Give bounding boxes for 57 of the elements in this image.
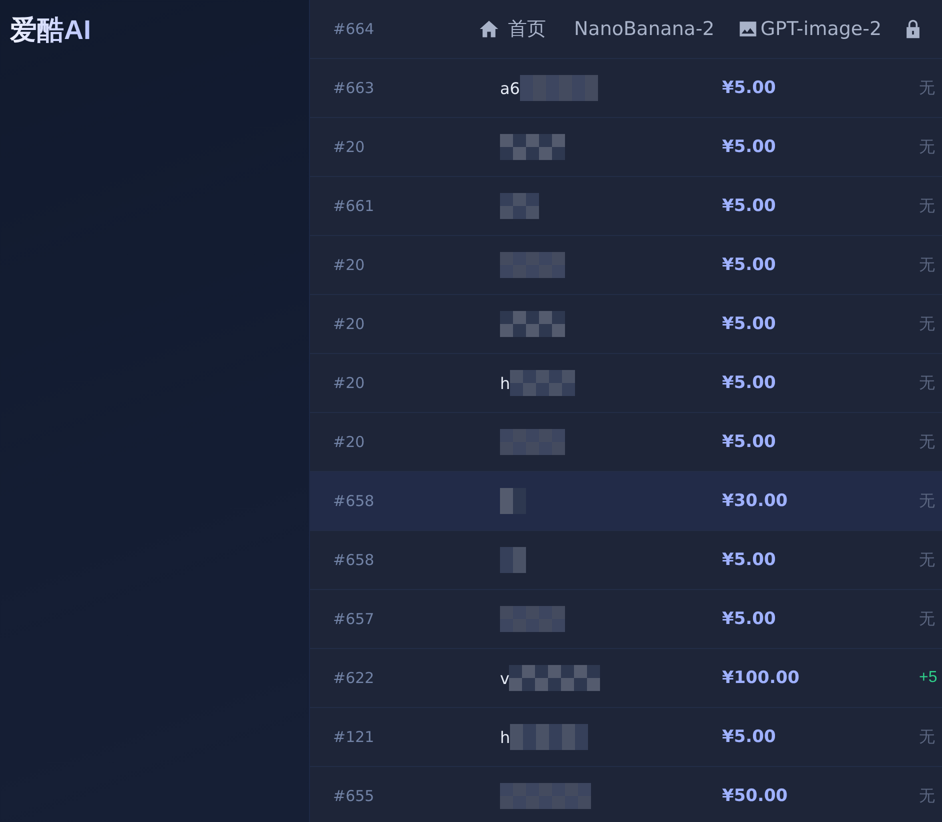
order-id: #657 xyxy=(333,610,374,628)
bonus-text: 无 xyxy=(919,550,935,570)
amount: ¥5.00 xyxy=(722,78,776,98)
pixelated-name-drawing xyxy=(500,606,565,632)
order-id: #20 xyxy=(333,138,365,156)
order-id: #20 xyxy=(333,256,365,274)
pixelated-name-drawing xyxy=(500,252,565,278)
order-id: #658 xyxy=(333,492,374,510)
pixelated-name-drawing xyxy=(500,488,526,514)
username: h xyxy=(500,374,510,392)
bonus-text: 无 xyxy=(919,786,935,806)
bonus-text: 无 xyxy=(919,610,935,630)
username: v xyxy=(500,668,510,688)
pixelated-name-drawing xyxy=(500,547,526,573)
username: a6 xyxy=(500,78,520,98)
amount: ¥5.00 xyxy=(722,727,776,747)
bonus-text: 无 xyxy=(919,314,935,334)
bonus-text: 无 xyxy=(919,728,935,748)
order-id: #20 xyxy=(333,374,365,392)
bonus-text: 无 xyxy=(919,78,935,98)
pixelated-name-drawing xyxy=(500,429,565,455)
amount: ¥100.00 xyxy=(722,668,800,688)
amount: ¥5.00 xyxy=(722,373,776,393)
order-id: #664 xyxy=(333,20,374,38)
amount: ¥5.00 xyxy=(722,314,776,334)
pixelated-name-drawing xyxy=(500,134,565,160)
amount: ¥5.00 xyxy=(722,432,776,452)
bonus-text: +5 xyxy=(919,669,938,687)
bonus-text: 无 xyxy=(919,492,935,512)
order-id: #20 xyxy=(333,433,365,451)
order-id: #658 xyxy=(333,551,374,569)
order-id: #20 xyxy=(333,315,365,333)
bonus-text: 无 xyxy=(919,256,935,276)
order-id: #622 xyxy=(333,669,374,687)
order-id: #663 xyxy=(333,79,374,97)
amount: ¥5.00 xyxy=(722,550,776,570)
bonus-text: 无 xyxy=(919,374,935,394)
home-nav-link[interactable]: 首页 xyxy=(478,16,546,42)
amount: ¥5.00 xyxy=(722,196,776,216)
bonus-text: 无 xyxy=(919,138,935,158)
bonus-text: 无 xyxy=(919,196,935,216)
nav-link[interactable]: NanoBanana-2 xyxy=(574,18,715,40)
username: h xyxy=(500,728,510,746)
order-id: #661 xyxy=(333,197,374,215)
amount: ¥50.00 xyxy=(722,786,788,806)
bonus-text: 无 xyxy=(919,432,935,452)
amount: ¥5.00 xyxy=(722,609,776,629)
pixelated-name-drawing xyxy=(510,370,576,396)
amount: ¥5.00 xyxy=(722,255,776,275)
nav-link[interactable]: GPT-image-2 xyxy=(736,18,882,40)
pixelated-name-drawing xyxy=(500,311,565,337)
order-id: #121 xyxy=(333,728,374,746)
amount: ¥5.00 xyxy=(722,137,776,157)
amount: ¥30.00 xyxy=(722,491,788,511)
pixelated-name-drawing xyxy=(500,193,539,219)
order-id: #655 xyxy=(333,787,374,805)
home-icon xyxy=(478,18,500,40)
